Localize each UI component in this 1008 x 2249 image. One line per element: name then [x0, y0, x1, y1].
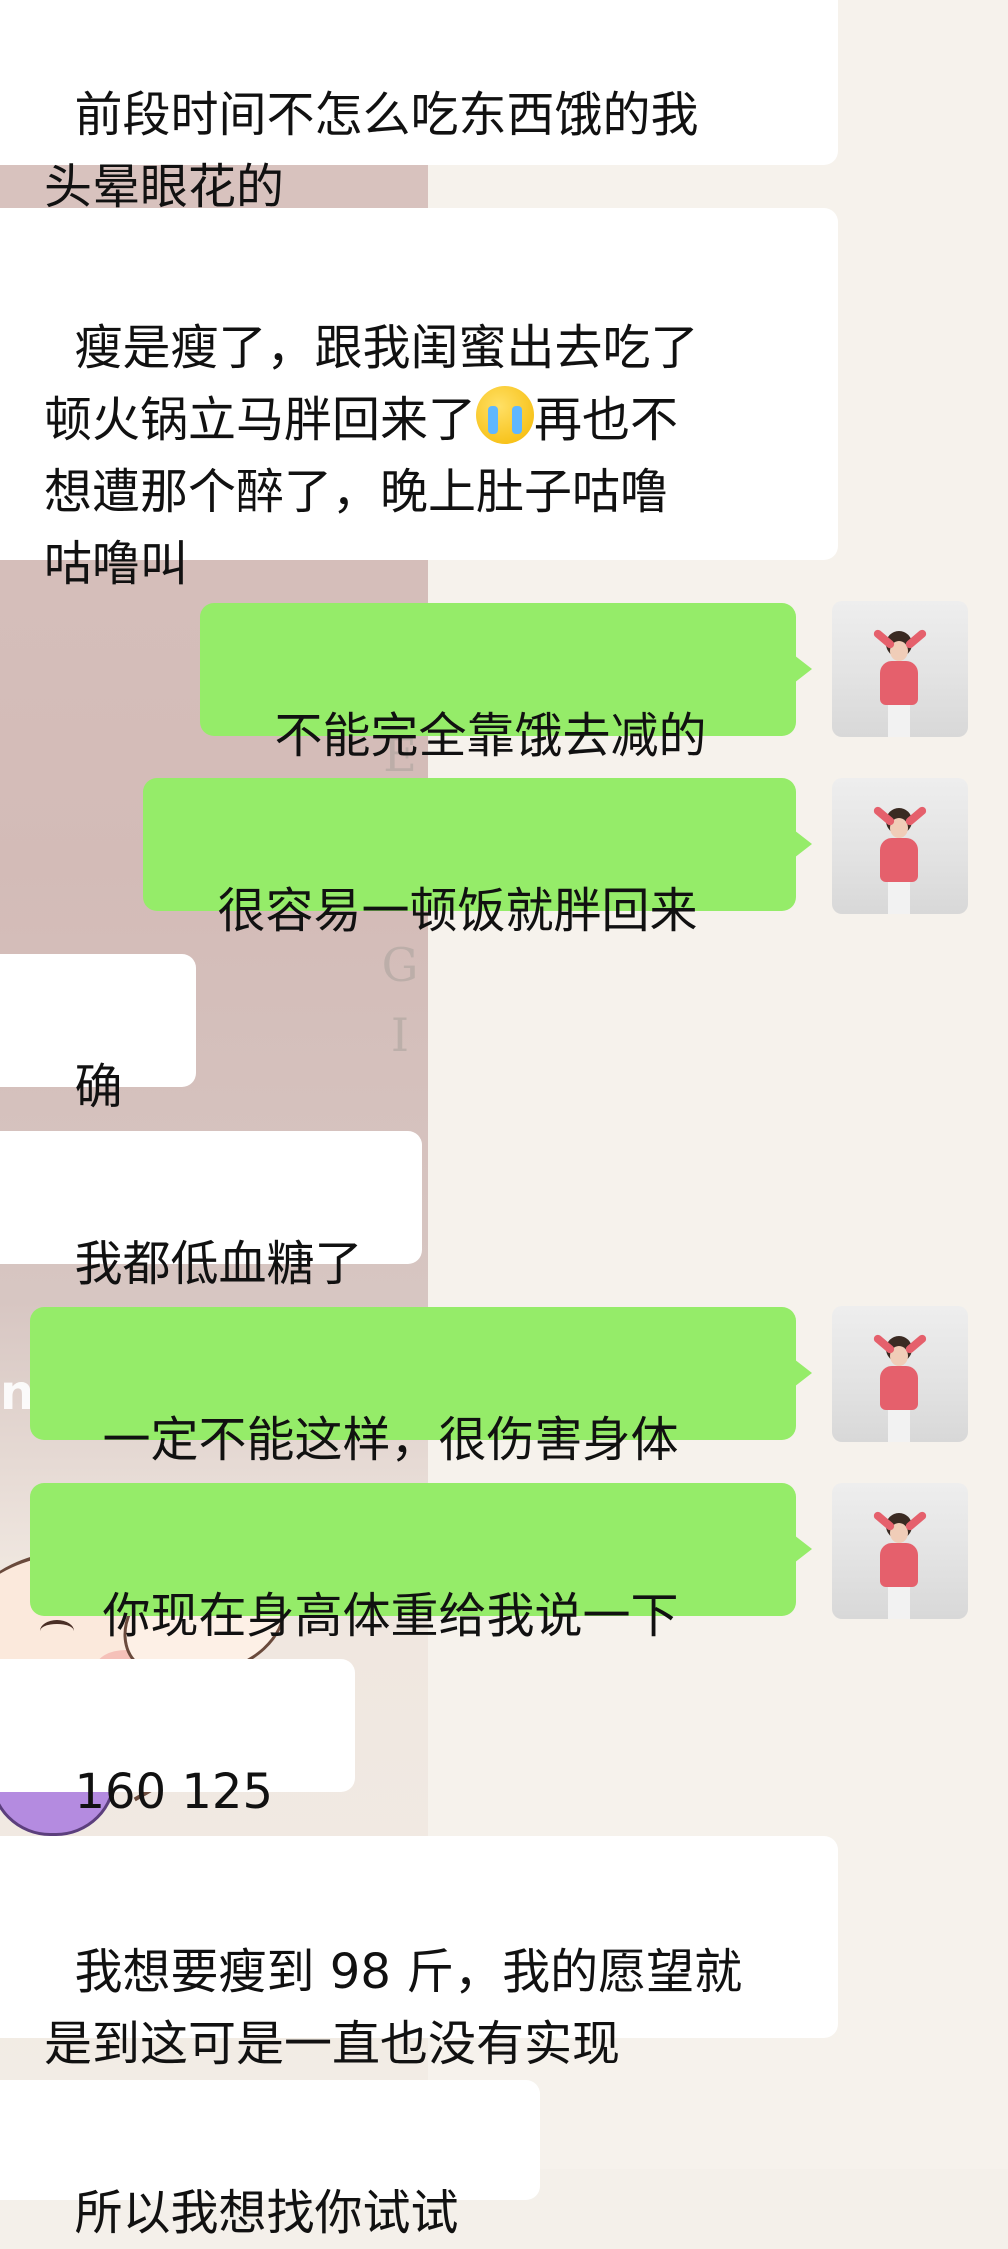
incoming-message-bubble[interactable]: 160 125 斤: [0, 1659, 355, 1892]
user-avatar[interactable]: [832, 1306, 968, 1442]
avatar-arm: [904, 1333, 928, 1355]
incoming-message-bubble[interactable]: 前段时间不怎么吃东西饿的我 头晕眼花的: [0, 0, 838, 215]
avatar-arm: [904, 1510, 928, 1532]
avatar-body: [880, 661, 918, 705]
message-text: 很容易一顿饭就胖回来: [217, 883, 698, 939]
outgoing-message-bubble[interactable]: 很容易一顿饭就胖回来: [143, 778, 812, 939]
incoming-message-bubble[interactable]: 我都低血糖了: [0, 1131, 422, 1292]
avatar-legs: [888, 882, 910, 914]
loudly-crying-face-emoji-icon: [476, 386, 535, 444]
user-avatar[interactable]: [832, 601, 968, 737]
user-avatar[interactable]: [832, 778, 968, 914]
message-text: 你现在身高体重给我说一下: [102, 1588, 679, 1644]
avatar-arm: [904, 805, 928, 827]
outgoing-message-bubble[interactable]: 你现在身高体重给我说一下: [30, 1483, 812, 1644]
incoming-message-bubble[interactable]: 我想要瘦到 98 斤，我的愿望就 是到这可是一直也没有实现: [0, 1836, 838, 2072]
avatar-body: [880, 1366, 918, 1410]
user-avatar[interactable]: [832, 1483, 968, 1619]
message-text: 所以我想找你试试: [74, 2185, 459, 2241]
avatar-legs: [888, 1410, 910, 1442]
message-text: 一定不能这样，很伤害身体: [102, 1412, 679, 1468]
avatar-body: [880, 1543, 918, 1587]
avatar-arm: [904, 628, 928, 650]
incoming-message-bubble[interactable]: 确实: [0, 954, 196, 1187]
message-text: 我都低血糖了: [74, 1236, 363, 1292]
message-text: 不能完全靠饿去减的: [274, 708, 707, 764]
avatar-body: [880, 838, 918, 882]
avatar-legs: [888, 1587, 910, 1619]
outgoing-message-bubble[interactable]: 一定不能这样，很伤害身体: [30, 1307, 812, 1468]
incoming-message-bubble[interactable]: 瘦是瘦了，跟我闺蜜出去吃了 顿火锅立马胖回来了 再也不 想遭那个醉了，晚上肚子咕噜…: [0, 208, 838, 592]
avatar-legs: [888, 705, 910, 737]
cartoon-eye-decoration: [40, 1620, 74, 1642]
outgoing-message-bubble[interactable]: 不能完全靠饿去减的: [200, 603, 812, 764]
incoming-message-bubble[interactable]: 所以我想找你试试: [0, 2080, 540, 2241]
